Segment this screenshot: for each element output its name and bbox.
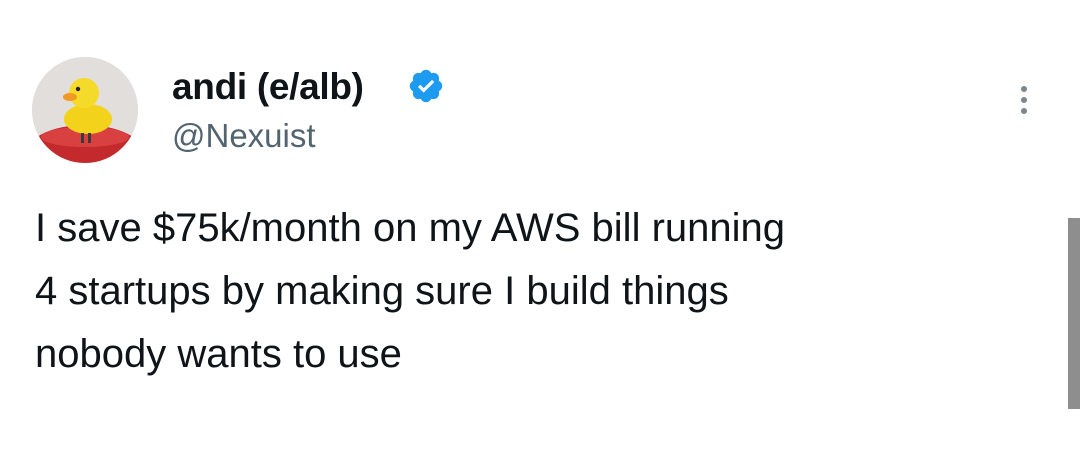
display-name[interactable]: andi (e/alb) [172, 61, 364, 113]
avatar[interactable] [32, 57, 138, 163]
verified-badge-icon [409, 69, 443, 103]
more-options-dot [1021, 108, 1027, 114]
tweet-text: I save $75k/month on my AWS bill running… [35, 197, 1035, 386]
tweet-text-line: 4 startups by making sure I build things [35, 269, 729, 313]
scrollbar-thumb[interactable] [1068, 218, 1080, 409]
tweet-text-line: I save $75k/month on my AWS bill running [35, 206, 785, 250]
tweet-text-line: nobody wants to use [35, 332, 402, 376]
author-handle[interactable]: @Nexuist [172, 113, 316, 159]
more-options-dot [1021, 97, 1027, 103]
more-options-button[interactable] [1009, 80, 1039, 120]
rubber-duck-avatar-icon [32, 57, 138, 163]
more-options-icon [1021, 86, 1027, 92]
